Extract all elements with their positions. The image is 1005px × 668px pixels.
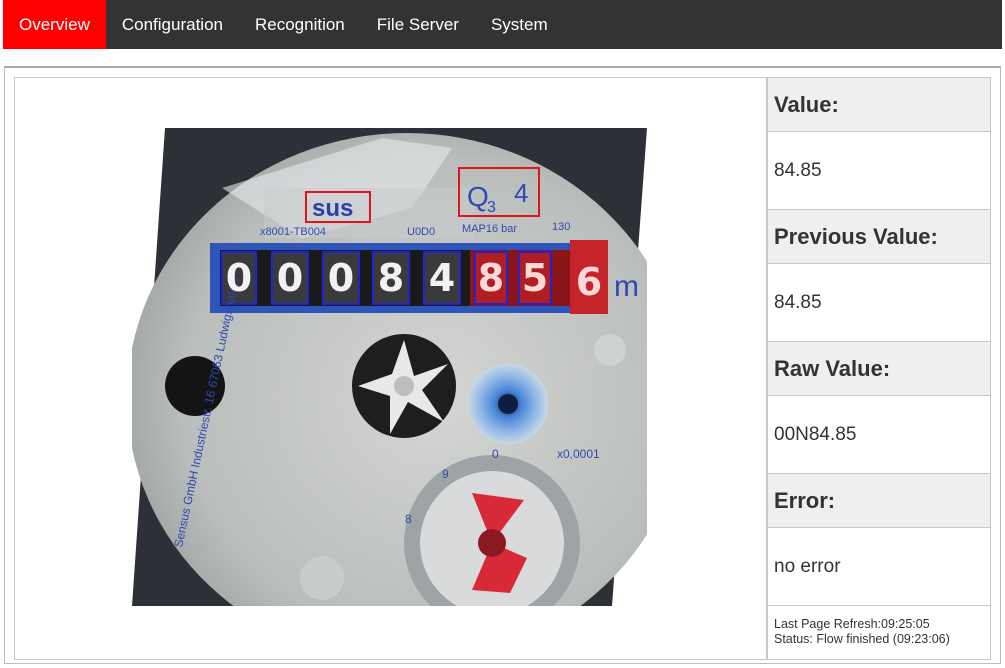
digit-8: 6 xyxy=(575,260,603,304)
meter-image: sus Q 3 4 x8001-TB004 U0D0 MAP16 bar 130… xyxy=(132,128,647,606)
svg-text:Q: Q xyxy=(467,181,489,212)
digit-3: 0 xyxy=(327,256,355,300)
digit-2: 0 xyxy=(276,256,304,300)
svg-text:x0,0001: x0,0001 xyxy=(557,447,600,461)
nav-file-server[interactable]: File Server xyxy=(361,0,475,49)
digit-7: 5 xyxy=(521,256,549,300)
nav-system[interactable]: System xyxy=(475,0,564,49)
svg-text:m: m xyxy=(614,270,639,303)
svg-text:U0D0: U0D0 xyxy=(407,226,435,238)
digit-5: 4 xyxy=(428,256,456,300)
meter-photo-graphic: sus Q 3 4 x8001-TB004 U0D0 MAP16 bar 130… xyxy=(132,128,647,606)
value-text: 84.85 xyxy=(767,132,991,209)
nav-configuration[interactable]: Configuration xyxy=(106,0,239,49)
svg-text:9: 9 xyxy=(442,467,449,481)
error-text: no error xyxy=(767,528,991,605)
svg-text:3: 3 xyxy=(487,199,496,216)
status-block: Last Page Refresh:09:25:05 Status: Flow … xyxy=(767,605,991,660)
nav-overview[interactable]: Overview xyxy=(3,0,106,49)
previous-value-header: Previous Value: xyxy=(767,209,991,264)
svg-text:MAP16 bar: MAP16 bar xyxy=(462,223,517,235)
top-nav: Overview Configuration Recognition File … xyxy=(3,0,1002,49)
flow-status-text: Status: Flow finished (09:23:06) xyxy=(774,632,950,646)
raw-value-text: 00N84.85 xyxy=(767,396,991,473)
last-refresh-text: Last Page Refresh:09:25:05 xyxy=(774,617,930,631)
svg-text:x8001-TB004: x8001-TB004 xyxy=(260,226,326,238)
svg-text:4: 4 xyxy=(514,178,528,208)
error-header: Error: xyxy=(767,473,991,528)
digit-4: 8 xyxy=(377,256,405,300)
digit-1: 0 xyxy=(225,256,253,300)
svg-text:8: 8 xyxy=(405,512,412,526)
raw-value-header: Raw Value: xyxy=(767,341,991,396)
digit-6: 8 xyxy=(477,256,505,300)
brand-text: sus xyxy=(312,195,353,222)
value-header: Value: xyxy=(767,77,991,132)
svg-text:0: 0 xyxy=(492,447,499,461)
previous-value-text: 84.85 xyxy=(767,264,991,341)
nav-recognition[interactable]: Recognition xyxy=(239,0,361,49)
value-panel: Value: 84.85 Previous Value: 84.85 Raw V… xyxy=(767,77,991,660)
svg-text:130: 130 xyxy=(552,221,570,233)
